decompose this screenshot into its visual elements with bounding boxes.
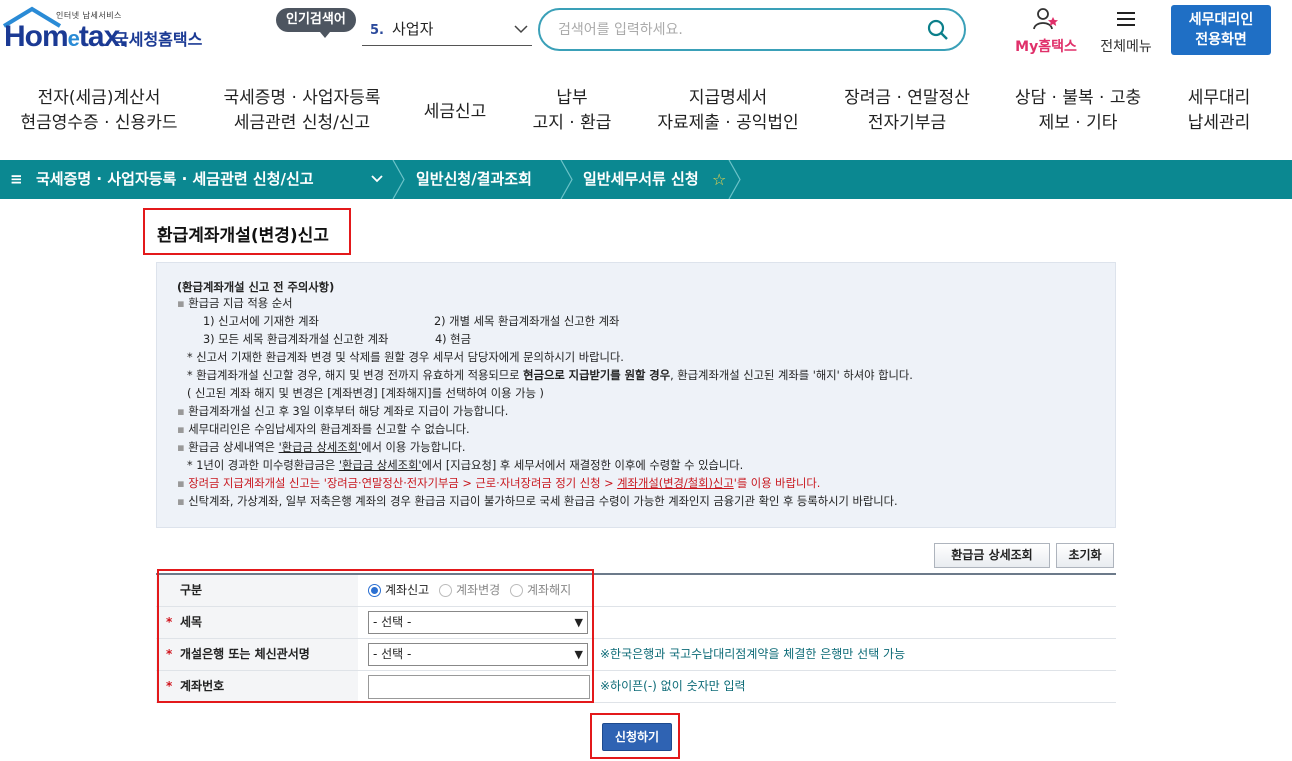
breadcrumb: ≡ 국세증명 · 사업자등록 · 세금관련 신청/신고 일반신청/결과조회 일반…: [0, 160, 1292, 199]
all-menu-label: 전체메뉴: [1100, 39, 1152, 55]
account-number-hint: ※하이픈(-) 없이 숫자만 입력: [600, 679, 746, 693]
breadcrumb-separator: [728, 160, 741, 199]
nav-label-line2: 자료제출 · 공익법인: [657, 113, 799, 133]
nav-incentive-yearend[interactable]: 장려금 · 연말정산 전자기부금: [830, 86, 984, 136]
notice-text: 세무대리인은 수임납세자의 환급계좌를 신고할 수 없습니다.: [188, 423, 470, 436]
page-title: 환급계좌개설(변경)신고: [157, 226, 329, 246]
breadcrumb-level-2[interactable]: 일반신청/결과조회: [416, 160, 532, 199]
notice-text-bold: 현금으로 지급받기를 원할 경우: [523, 369, 671, 382]
logo-part-1: Hom: [4, 20, 69, 53]
nav-label-line1: 지급명세서: [688, 88, 768, 108]
notice-line: ▪ 환급금 지급 적용 순서: [177, 297, 293, 310]
notice-text: , 환급계좌개설 신고된 계좌를 '해지' 하셔야 합니다.: [670, 369, 913, 382]
my-hometax-button[interactable]: My홈택스: [1010, 8, 1082, 56]
notice-heading: (환급계좌개설 신고 전 주의사항): [177, 281, 335, 294]
nav-tax-agency[interactable]: 세무대리 납세관리: [1172, 86, 1266, 136]
nav-label-line1: 납부: [556, 88, 588, 108]
hamburger-menu-icon: [1117, 12, 1135, 26]
breadcrumb-separator: [392, 160, 405, 199]
notice-line: 4) 현금: [435, 333, 471, 346]
notice-line: ▪ 세무대리인은 수임납세자의 환급계좌를 신고할 수 없습니다.: [177, 423, 470, 436]
notice-text: 에서 [지급요청] 후 세무서에서 재결정한 이후에 수령할 수 있습니다.: [421, 459, 744, 472]
chevron-down-icon: [514, 12, 528, 59]
notice-line: ( 신고된 계좌 해지 및 변경은 [계좌변경] [계좌해지]를 선택하여 이용…: [187, 387, 544, 400]
breadcrumb-level-3[interactable]: 일반세무서류 신청: [583, 160, 699, 199]
nav-certificate-registration[interactable]: 국세증명 · 사업자등록 세금관련 신청/신고: [212, 86, 392, 136]
breadcrumb-menu-icon[interactable]: ≡: [10, 160, 23, 199]
notice-text: * 1년이 경과한 미수령환급금은: [187, 459, 339, 472]
agent-line-1: 세무대리인: [1188, 12, 1254, 28]
logo-wordmark: Hometax.: [4, 20, 128, 54]
nav-label-line2: 고지 · 환급: [532, 113, 612, 133]
notice-line: ▪ 환급계좌개설 신고 후 3일 이후부터 해당 계좌로 지급이 가능합니다.: [177, 405, 509, 418]
notice-line: * 1년이 경과한 미수령환급금은 '환급금 상세조회'에서 [지급요청] 후 …: [187, 457, 743, 473]
notice-text: '를 이용 바랍니다.: [733, 477, 821, 490]
notice-text: 에서 이용 가능합니다.: [361, 441, 466, 454]
nav-label-line2: 납세관리: [1187, 113, 1251, 133]
popular-search-select[interactable]: 5. 사업자: [362, 12, 532, 46]
form-highlight: [157, 569, 594, 703]
hometax-logo[interactable]: 인터넷 납세서비스 Hometax. 국세청홈택스: [2, 6, 217, 54]
nav-label-line2: 세금관련 신청/신고: [233, 113, 371, 133]
breadcrumb-separator: [560, 160, 573, 199]
user-icon: [1033, 8, 1058, 30]
notice-text: 환급금 상세내역은: [188, 441, 279, 454]
search-box: [538, 8, 966, 51]
refund-detail-link[interactable]: '환급금 상세조회': [339, 459, 422, 472]
nav-label-line1: 전자(세금)계산서: [37, 88, 161, 108]
chevron-down-icon[interactable]: [370, 160, 384, 199]
notice-line: ▪ 장려금 지급계좌개설 신고는 '장려금·연말정산·전자기부금 > 근로·자녀…: [177, 477, 821, 490]
nav-consultation[interactable]: 상담 · 불복 · 고충 제보 · 기타: [1000, 86, 1156, 136]
notice-text: * 환급계좌개설 신고할 경우, 해지 및 변경 전까지 유효하게 적용되므로: [187, 369, 524, 382]
logo-part-e: e: [67, 26, 80, 51]
nav-label-line1: 세무대리: [1187, 88, 1251, 108]
nav-payment-statement[interactable]: 지급명세서 자료제출 · 공익법인: [640, 86, 816, 136]
notice-line: 1) 신고서에 기재한 계좌: [203, 315, 319, 328]
nav-payment[interactable]: 납부 고지 · 환급: [522, 86, 622, 136]
nav-label-line1: 상담 · 불복 · 고충: [1014, 88, 1142, 108]
all-menu-button[interactable]: 전체메뉴: [1094, 8, 1158, 56]
favorite-star-icon[interactable]: ☆: [712, 160, 726, 199]
popular-term: 사업자: [391, 20, 434, 38]
nav-e-invoice[interactable]: 전자(세금)계산서 현금영수증 · 신용카드: [14, 86, 184, 136]
agent-line-2: 전용화면: [1195, 32, 1247, 48]
notice-box: (환급계좌개설 신고 전 주의사항) ▪ 환급금 지급 적용 순서 1) 신고서…: [156, 262, 1116, 528]
refund-detail-link[interactable]: '환급금 상세조회': [279, 441, 362, 454]
notice-text: 환급계좌개설 신고 후 3일 이후부터 해당 계좌로 지급이 가능합니다.: [188, 405, 509, 418]
tax-agent-screen-button[interactable]: 세무대리인 전용화면: [1171, 5, 1271, 55]
reset-button[interactable]: 초기화: [1056, 543, 1114, 568]
breadcrumb-level-1[interactable]: 국세증명 · 사업자등록 · 세금관련 신청/신고: [36, 160, 314, 199]
notice-text: 환급금 지급 적용 순서: [188, 297, 293, 310]
nav-label-line1: 장려금 · 연말정산: [844, 88, 970, 108]
page-title-highlight: 환급계좌개설(변경)신고: [143, 208, 351, 255]
nav-label-line2: 제보 · 기타: [1038, 113, 1118, 133]
nav-label-line2: 현금영수증 · 신용카드: [20, 113, 178, 133]
popular-search-tag: 인기검색어: [276, 8, 356, 38]
nav-label-line2: 전자기부금: [867, 113, 947, 133]
notice-text: 장려금 지급계좌개설 신고는 '장려금·연말정산·전자기부금 > 근로·자녀장려…: [188, 477, 618, 490]
logo-korean: 국세청홈택스: [114, 30, 203, 49]
notice-line: * 신고서 기재한 환급계좌 변경 및 삭제를 원할 경우 세무서 담당자에게 …: [187, 351, 624, 364]
popular-rank: 5.: [370, 23, 384, 38]
search-icon[interactable]: [926, 18, 950, 42]
main-navigation: 전자(세금)계산서 현금영수증 · 신용카드 국세증명 · 사업자등록 세금관련…: [0, 86, 1292, 146]
nav-tax-return[interactable]: 세금신고: [410, 100, 500, 125]
search-input[interactable]: [558, 18, 918, 42]
notice-line: ▪ 신탁계좌, 가상계좌, 일부 저축은행 계좌의 경우 환급금 지급이 불가하…: [177, 495, 898, 508]
bank-hint: ※한국은행과 국고수납대리점계약을 체결한 은행만 선택 가능: [600, 647, 906, 661]
refund-detail-button[interactable]: 환급금 상세조회: [934, 543, 1050, 568]
notice-line: 2) 개별 세목 환급계좌개설 신고한 계좌: [434, 315, 620, 328]
account-change-link[interactable]: 계좌개설(변경/철회)신고: [617, 477, 734, 490]
notice-line: * 환급계좌개설 신고할 경우, 해지 및 변경 전까지 유효하게 적용되므로 …: [187, 367, 913, 383]
notice-line: ▪ 환급금 상세내역은 '환급금 상세조회'에서 이용 가능합니다.: [177, 441, 466, 454]
header: 인터넷 납세서비스 Hometax. 국세청홈택스 인기검색어 5. 사업자 My…: [0, 0, 1292, 72]
notice-line: 3) 모든 세목 환급계좌개설 신고한 계좌: [203, 333, 389, 346]
submit-button[interactable]: 신청하기: [602, 723, 672, 751]
notice-text: 신탁계좌, 가상계좌, 일부 저축은행 계좌의 경우 환급금 지급이 불가하므로…: [188, 495, 898, 508]
my-hometax-label: My홈택스: [1015, 39, 1077, 55]
nav-label-line1: 세금신고: [423, 102, 487, 122]
nav-label-line1: 국세증명 · 사업자등록: [223, 88, 381, 108]
